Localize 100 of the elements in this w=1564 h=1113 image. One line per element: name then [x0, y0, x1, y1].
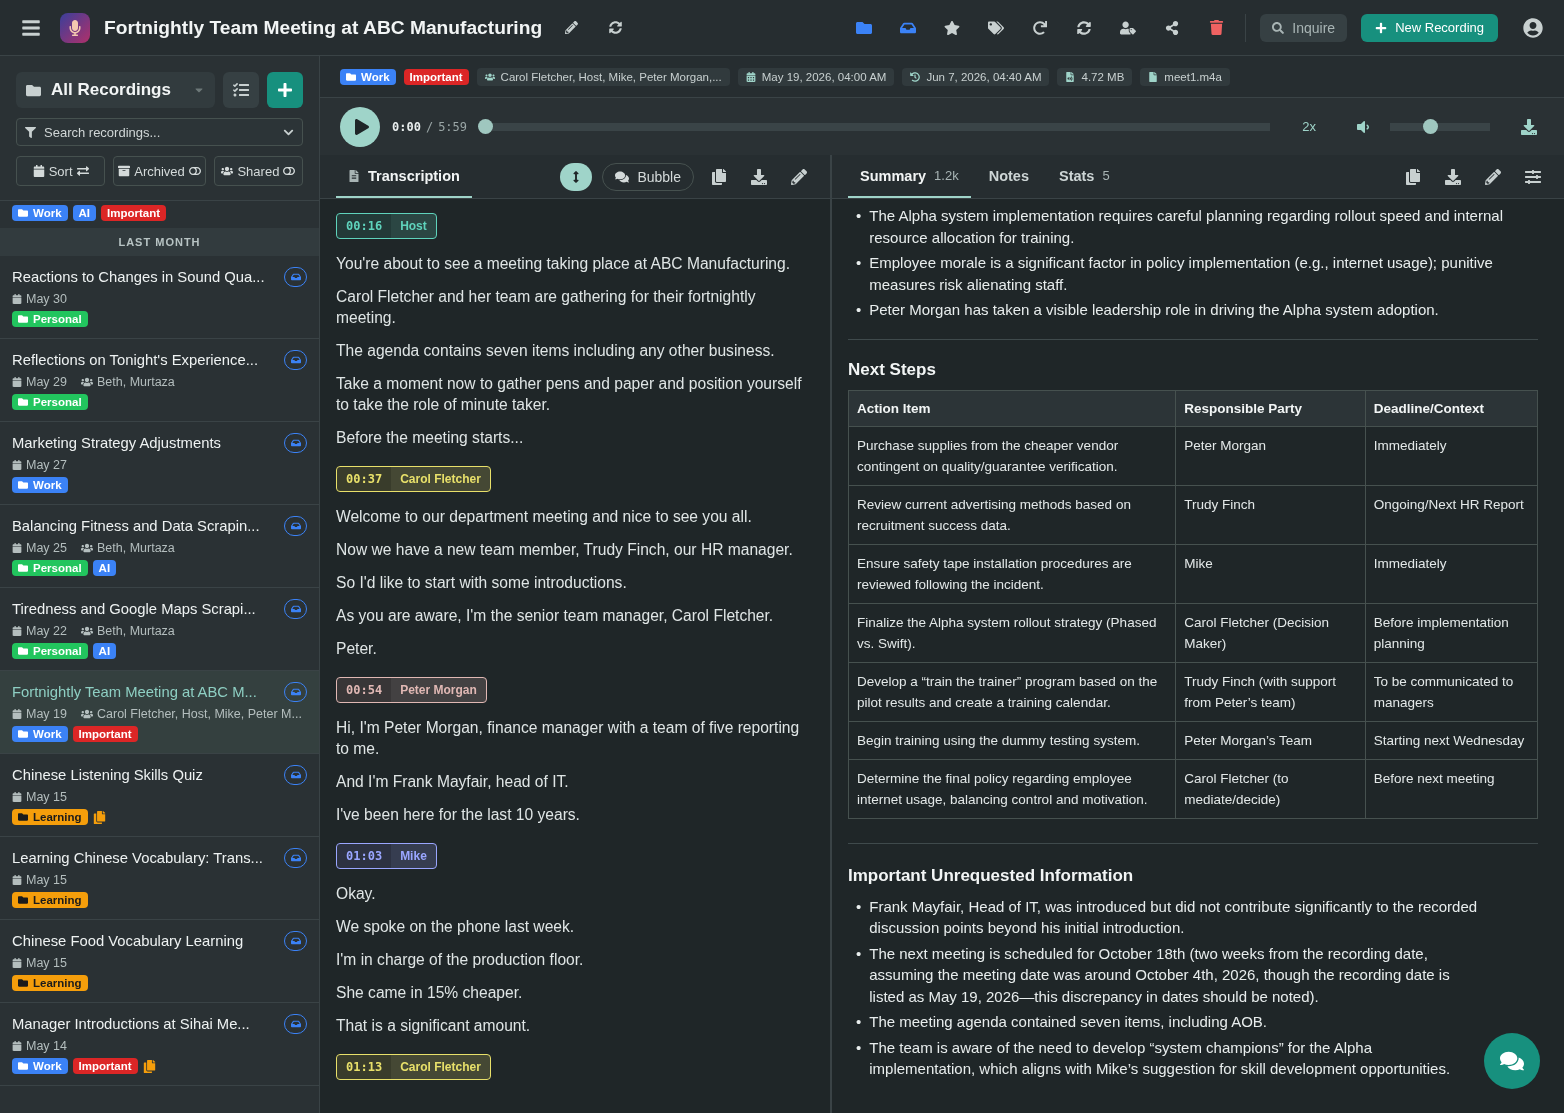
speed-button[interactable]: 2x	[1302, 119, 1316, 134]
checklist-icon	[233, 82, 249, 98]
recording-item[interactable]: Chinese Food Vocabulary Learning May 15 Learning	[0, 920, 319, 1003]
inquire-button[interactable]: Inquire	[1260, 13, 1348, 42]
section-heading: Next Steps	[848, 359, 937, 380]
updated-chip: Jun 7, 2026, 04:40 AM	[902, 67, 1050, 86]
recording-date: May 15	[12, 956, 67, 970]
recording-item[interactable]: Learning Chinese Vocabulary: Trans... May 15 Learning	[0, 837, 319, 920]
panel-tab[interactable]: Summary 1.2k	[848, 155, 971, 198]
chat-button[interactable]	[1484, 1033, 1540, 1089]
volume-thumb[interactable]	[1423, 118, 1439, 134]
section-heading: Important Unrequested Information	[848, 865, 1135, 886]
folder-icon	[18, 397, 28, 407]
folder-icon	[18, 208, 28, 218]
participants: Beth, Murtaza	[81, 541, 175, 555]
speaker-chip: 00:54 Peter Morgan	[336, 677, 487, 703]
panel-tab[interactable]: Stats 5	[1046, 155, 1122, 198]
speaker-chip: 01:03 Mike	[336, 843, 437, 869]
recording-title: Fortnightly Team Meeting at ABC M...	[12, 684, 257, 700]
progress-thumb[interactable]	[478, 118, 494, 134]
current-time: 0:00	[392, 119, 421, 134]
recording-title: Reactions to Changes in Sound Qua...	[12, 269, 265, 285]
summary-bullet: The team is aware of the need to develop “system champions” for the Alpha implementation, which aligns with Mike’s suggestion for skill development opportunities.	[869, 1037, 1452, 1079]
calendar-icon	[12, 792, 22, 802]
panel-tab[interactable]: Notes	[976, 155, 1041, 198]
recording-item[interactable]: Marketing Strategy Adjustments May 27 Work	[0, 422, 319, 505]
tag-label: AI	[92, 560, 117, 576]
recording-item[interactable]: Reflections on Tonight's Experience... May 29 Beth, Murtaza Personal	[0, 339, 319, 422]
calendar-icon	[745, 71, 756, 82]
recording-title: Balancing Fitness and Data Scrapin...	[12, 518, 260, 534]
tag-label: Personal	[12, 394, 88, 410]
calendar-icon	[12, 626, 22, 636]
transcript-line: Carol Fletcher and her team are gathering for their fortnightly meeting.	[336, 287, 757, 328]
file-chip: meet1.m4a	[1140, 67, 1230, 86]
recording-item[interactable]: Manager Introductions at Sihai Me... May 14 Work Important	[0, 1003, 319, 1086]
folder-icon	[18, 812, 28, 822]
toggle-icon	[283, 165, 296, 177]
recording-item[interactable]: Chinese Listening Skills Quiz May 15 Learning	[0, 754, 319, 837]
table-cell: Trudy Finch	[1175, 485, 1366, 544]
bullet-marker: •	[856, 1012, 862, 1032]
transcript-line: As you are aware, I'm the senior team manager, Carol Fletcher.	[336, 606, 775, 626]
created-chip: May 19, 2026, 04:00 AM	[737, 67, 895, 86]
recording-date: May 27	[12, 458, 67, 472]
column-header: Responsible Party	[1175, 390, 1366, 426]
table-cell: Starting next Wednesday	[1365, 721, 1538, 759]
audio-file-icon	[1065, 71, 1076, 82]
new-recording-button[interactable]: New Recording	[1361, 13, 1498, 42]
sort-filter-button[interactable]: Sort	[16, 156, 106, 186]
history-icon	[910, 71, 921, 82]
recording-date: May 29	[12, 375, 67, 389]
folder-icon	[18, 1061, 28, 1071]
folder-icon	[18, 729, 28, 739]
table-cell: Develop a “train the trainer” program based on the pilot results and create a training calendar.	[848, 662, 1176, 721]
filter-icon	[25, 126, 36, 138]
chat-bubbles-icon	[615, 169, 630, 184]
transcript-line: We spoke on the phone last week.	[336, 917, 576, 937]
column-header: Action Item	[848, 390, 1176, 426]
tag-label: Important	[403, 68, 469, 85]
folder-icon	[346, 71, 356, 82]
table-cell: To be communicated to managers	[1365, 662, 1538, 721]
transcript-line: You're about to see a meeting taking place at ABC Manufacturing.	[336, 254, 792, 274]
transcript-line: Okay.	[336, 884, 377, 904]
play-button[interactable]	[340, 106, 380, 147]
recording-date: May 30	[12, 292, 67, 306]
recording-date: May 15	[12, 873, 67, 887]
bullet-marker: •	[856, 896, 862, 917]
recording-date: May 14	[12, 1039, 67, 1053]
recording-item[interactable]: Fortnightly Team Meeting at ABC M... May 19 Carol Fletcher, Host, Mike, Peter M... Work Important	[0, 671, 319, 754]
summary-bullet: The next meeting is scheduled for October 18th (two weeks from the recording date, assuming the meeting date was around October 4th, 2026, though the recording date is listed as May 19, 2026—this discrepancy in dates should be noted).	[869, 943, 1451, 1007]
document-icon	[348, 169, 360, 182]
recording-date: May 19	[12, 707, 67, 721]
summary-bullet: The Alpha system implementation requires careful planning regarding rollout speed and internal resource allocation for training.	[869, 206, 1504, 248]
search-input[interactable]: Search recordings...	[42, 123, 277, 141]
summary-bullet: The meeting agenda contained seven items, including AOB.	[869, 1012, 1267, 1032]
speaker-chip: 00:16 Host	[336, 213, 437, 239]
recording-title: Chinese Listening Skills Quiz	[12, 767, 203, 783]
transcription-tab[interactable]: Transcription	[336, 155, 472, 198]
shared-filter-button[interactable]: Shared	[213, 156, 303, 186]
transcript-line: Peter.	[336, 639, 378, 659]
transcript-line: Hi, I'm Peter Morgan, finance manager with a team of five reporting to me.	[336, 718, 801, 759]
people-icon	[484, 71, 495, 82]
duration: 5:59	[438, 119, 468, 134]
expand-button[interactable]	[560, 162, 593, 191]
recording-item[interactable]: Reactions to Changes in Sound Qua... May 30 Personal	[0, 256, 319, 339]
archived-filter-button[interactable]: Archived	[113, 156, 206, 186]
folder-select[interactable]: All Recordings	[16, 72, 215, 108]
recording-item[interactable]: Balancing Fitness and Data Scrapin... May 25 Beth, Murtaza Personal AI	[0, 505, 319, 588]
select-mode-button[interactable]	[223, 72, 259, 108]
recording-title: Manager Introductions at Sihai Me...	[12, 1016, 250, 1032]
calendar-icon	[12, 875, 22, 885]
plus-icon	[277, 82, 293, 98]
add-button[interactable]	[267, 72, 303, 108]
recording-title: Reflections on Tonight's Experience...	[12, 352, 259, 368]
summary-bullet: Frank Mayfair, Head of IT, was introduced but did not contribute significantly to the recorded discussion points beyond his initial introduction.	[869, 896, 1479, 938]
search-field[interactable]: Search recordings...	[16, 118, 303, 146]
transcript-line: Welcome to our department meeting and nice to see you all.	[336, 507, 753, 527]
recording-date: May 22	[12, 624, 67, 638]
calendar-icon	[12, 543, 22, 553]
folder-icon	[18, 314, 28, 324]
tag-label: Learning	[12, 892, 88, 908]
